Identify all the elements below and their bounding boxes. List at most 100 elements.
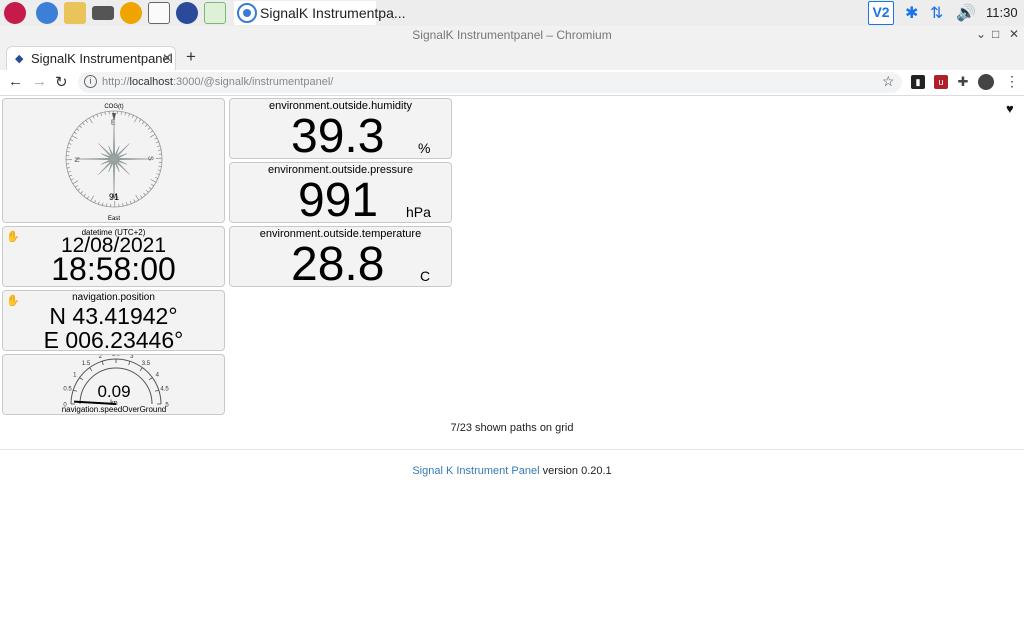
taskbar: SignalK Instrumentpa... V2 ✱ ⇅ 🔊 11:30 — [0, 0, 1024, 26]
compass-tick — [128, 113, 130, 117]
compass-tick — [68, 143, 72, 145]
tab-label: SignalK Instrumentpanel — [31, 51, 173, 66]
compass-tick — [102, 202, 104, 206]
compass-heading-value: 91 — [109, 192, 119, 202]
compass-tick — [155, 141, 159, 144]
extension-icon[interactable]: ▮ — [911, 75, 925, 89]
compass-tick — [67, 171, 71, 173]
position-latitude: N 43.41942° — [49, 303, 178, 329]
maximize-button[interactable]: □ — [992, 27, 999, 41]
heart-icon[interactable]: ♥ — [1006, 101, 1014, 116]
pressure-widget[interactable]: environment.outside.pressure 991 hPa — [229, 162, 452, 227]
compass-tick — [100, 112, 102, 116]
compass-tick — [138, 119, 142, 122]
compass-tick — [158, 149, 162, 151]
signalk-icon[interactable] — [176, 2, 198, 24]
compass-tick — [145, 124, 148, 127]
compass-tick — [149, 134, 156, 138]
network-icon[interactable]: ⇅ — [930, 3, 943, 23]
compass-tick — [140, 195, 143, 199]
forward-button[interactable]: → — [32, 73, 47, 90]
compass-tick — [66, 167, 70, 169]
sog-gauge-tick-label: 3.5 — [142, 361, 151, 367]
compass-tick — [76, 128, 80, 131]
position-widget[interactable]: ✋ navigation.position N 43.41942° E 006.… — [2, 290, 225, 353]
footer-project-link[interactable]: Signal K Instrument Panel — [412, 465, 539, 477]
clock[interactable]: 11:30 — [986, 5, 1018, 20]
humidity-value: 39.3 — [291, 110, 385, 163]
keyboard-icon[interactable] — [92, 6, 114, 20]
bookmark-star-icon[interactable]: ☆ — [882, 73, 895, 90]
compass-tick — [148, 187, 152, 190]
vnc-icon[interactable]: V2 — [868, 1, 894, 25]
datetime-widget[interactable]: ✋ datetime (UTC+2) 12/08/2021 18:58:00 — [2, 226, 225, 287]
address-bar[interactable]: i http://localhost:3000/@signalk/instrum… — [78, 72, 902, 93]
close-window-button[interactable]: ✕ — [1009, 27, 1019, 41]
compass-tick — [156, 173, 160, 175]
back-button[interactable]: ← — [8, 73, 23, 90]
compass-tick — [151, 183, 154, 187]
compass-cardinal-n: N — [74, 157, 81, 162]
url-text[interactable]: http://localhost:3000/@signalk/instrumen… — [102, 76, 333, 88]
compass-tick — [124, 112, 126, 116]
ublock-icon[interactable]: u — [934, 75, 948, 89]
task-list-icon[interactable] — [204, 2, 226, 24]
sog-gauge-tick — [73, 389, 78, 392]
site-info-icon[interactable]: i — [84, 75, 97, 88]
sog-gauge-tick — [128, 361, 131, 366]
new-tab-button[interactable]: + — [186, 47, 196, 67]
compass-tick — [104, 111, 106, 115]
compass-tick — [69, 174, 73, 177]
compass-tick — [135, 194, 139, 201]
compass-tick — [157, 145, 161, 147]
compass-tick — [70, 178, 74, 181]
signalk-favicon-icon: ◆ — [15, 53, 24, 65]
sog-gauge-tick-label: 2.5 — [112, 355, 121, 358]
window-title: SignalK Instrumentpanel – Chromium — [412, 28, 612, 42]
file-manager-icon[interactable] — [64, 2, 86, 24]
compass-tick — [80, 191, 83, 194]
compass-tick — [154, 137, 158, 140]
grid-status-text: 7/23 shown paths on grid — [450, 422, 574, 434]
humidity-widget[interactable]: environment.outside.humidity 39.3 % — [229, 98, 452, 163]
browser-menu-icon[interactable]: ⋮ — [1005, 73, 1019, 90]
raspberry-menu-icon[interactable] — [4, 2, 26, 24]
temperature-widget[interactable]: environment.outside.temperature 28.8 C — [229, 226, 452, 291]
compass-cardinal-s: S — [146, 156, 153, 161]
taskbar-chromium-task[interactable]: SignalK Instrumentpa... — [234, 1, 406, 25]
compass-widget[interactable]: COG(t) NESW 91 East — [2, 98, 225, 223]
volume-icon[interactable]: 🔊 — [956, 3, 976, 23]
bluetooth-icon[interactable]: ✱ — [905, 3, 918, 23]
sog-gauge-tick — [89, 367, 93, 372]
extensions-puzzle-icon[interactable]: ✚ — [956, 75, 970, 89]
sog-gauge-tick-label: 0.5 — [63, 387, 72, 393]
sun-app-icon[interactable] — [120, 2, 142, 24]
compass-tick — [122, 203, 124, 207]
compass-tick — [86, 196, 90, 199]
profile-avatar-icon[interactable] — [978, 74, 994, 90]
compass-dial: COG(t) NESW 91 East — [65, 104, 163, 222]
compass-star — [75, 120, 153, 198]
tab-signalk-instrumentpanel[interactable]: ◆ SignalK Instrumentpanel ✕ — [6, 46, 176, 70]
taskbar-task-label: SignalK Instrumentpa... — [260, 5, 406, 21]
compass-tick — [85, 119, 88, 123]
sog-gauge-tick — [148, 377, 153, 381]
compass-tick — [72, 180, 79, 184]
sog-widget[interactable]: 00.511.522.533.544.55 0.09 kn navigation… — [2, 354, 225, 415]
compass-tick — [142, 121, 145, 125]
compass-tick — [89, 117, 93, 124]
web-browser-icon[interactable] — [36, 2, 58, 24]
sog-gauge-tick-label: 1 — [73, 373, 77, 379]
compass-tick — [94, 199, 96, 203]
tab-close-button[interactable]: ✕ — [162, 51, 172, 65]
reload-button[interactable]: ↻ — [55, 73, 68, 91]
compass-tick — [70, 139, 74, 141]
sog-gauge-tick-label: 2 — [99, 355, 103, 360]
chromium-icon — [237, 3, 257, 23]
compass-direction-text: East — [108, 216, 120, 222]
compass-tick — [74, 131, 77, 135]
minimize-button[interactable]: ⌄ — [976, 27, 986, 41]
compass-tick — [92, 115, 95, 119]
opencpn-icon[interactable] — [148, 2, 170, 24]
pressure-value: 991 — [298, 174, 379, 227]
